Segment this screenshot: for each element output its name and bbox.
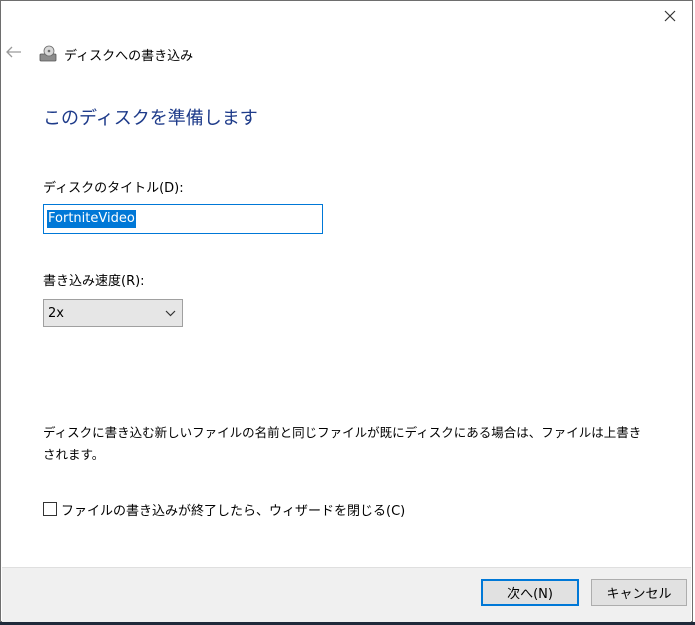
page-heading: このディスクを準備します [43, 108, 258, 129]
window-title: ディスクへの書き込み [64, 48, 194, 64]
disc-burn-icon [39, 45, 57, 62]
write-speed-dropdown[interactable]: 2x [43, 299, 183, 327]
close-wizard-checkbox-label[interactable]: ファイルの書き込みが終了したら、ウィザードを閉じる(C) [61, 500, 405, 519]
wizard-title-bar: ディスクへの書き込み [38, 43, 193, 65]
burn-disc-wizard-window: ディスクへの書き込み このディスクを準備します ディスクのタイトル(D): Fo… [0, 0, 693, 623]
disc-title-input[interactable]: FortniteVideo [43, 204, 323, 234]
write-speed-label: 書き込み速度(R): [43, 274, 145, 289]
overwrite-notice: ディスクに書き込む新しいファイルの名前と同じファイルが既にディスクにある場合は、… [43, 425, 642, 462]
close-button[interactable] [650, 2, 690, 30]
close-wizard-checkbox[interactable] [43, 502, 57, 516]
back-arrow-icon [6, 46, 21, 58]
disc-title-value: FortniteVideo [47, 210, 136, 228]
next-button[interactable]: 次へ(N) [481, 579, 579, 606]
chevron-down-icon [165, 310, 176, 316]
write-speed-value: 2x [48, 305, 64, 321]
wizard-footer: 次へ(N) キャンセル [2, 567, 691, 623]
cancel-button[interactable]: キャンセル [591, 579, 687, 606]
close-wizard-option[interactable]: ファイルの書き込みが終了したら、ウィザードを閉じる(C) [43, 499, 405, 519]
close-icon [664, 10, 676, 22]
disc-title-label: ディスクのタイトル(D): [43, 181, 184, 196]
back-button[interactable] [3, 41, 25, 63]
